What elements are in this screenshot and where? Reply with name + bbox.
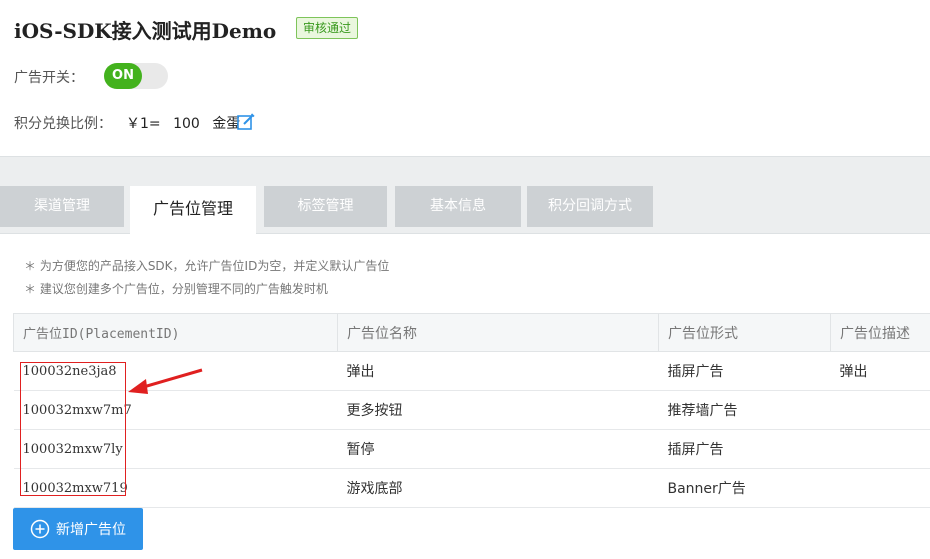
placement-desc: [830, 429, 930, 469]
header-placement-type: 广告位形式: [658, 313, 831, 352]
add-placement-label: 新增广告位: [56, 522, 126, 538]
plus-circle-icon: [30, 519, 50, 539]
table-row[interactable]: 100032mxw719 游戏底部 Banner广告: [13, 468, 930, 508]
placement-name: 游戏底部: [337, 468, 659, 508]
ad-switch-state: ON: [104, 63, 142, 89]
placement-desc: [830, 468, 930, 508]
exchange-amount: 100: [173, 116, 200, 132]
ad-switch-label: 广告开关：: [14, 70, 84, 86]
ad-switch-toggle[interactable]: ON: [104, 63, 168, 89]
exchange-rate: ￥1= 100 金蛋: [126, 113, 248, 133]
exchange-currency: ￥1=: [126, 116, 161, 132]
placement-name: 弹出: [337, 351, 659, 391]
placement-id: 100032mxw719: [13, 468, 338, 508]
placement-name: 暂停: [337, 429, 659, 469]
annotation-arrow-icon: [128, 368, 203, 394]
placement-desc: [830, 390, 930, 430]
tab-points-callback[interactable]: 积分回调方式: [527, 186, 653, 227]
table-header-row: 广告位ID(PlacementID) 广告位名称 广告位形式 广告位描述: [13, 313, 930, 352]
placement-type: 插屏广告: [658, 351, 831, 391]
placement-type: 推荐墙广告: [658, 390, 831, 430]
header-placement-name: 广告位名称: [337, 313, 659, 352]
table-row[interactable]: 100032mxw7ly 暂停 插屏广告: [13, 429, 930, 469]
note-item: ＊ 建议您创建多个广告位，分别管理不同的广告触发时机: [24, 282, 328, 296]
notes: ＊ 为方便您的产品接入SDK，允许广告位ID为空，并定义默认广告位 ＊ 建议您创…: [24, 255, 389, 301]
header-placement-desc: 广告位描述: [830, 313, 930, 352]
tab-bar: 渠道管理 广告位管理 标签管理 基本信息 积分回调方式: [0, 156, 930, 235]
add-placement-button[interactable]: 新增广告位: [13, 508, 143, 550]
tab-placement[interactable]: 广告位管理: [130, 186, 256, 235]
placement-id: 100032mxw7ly: [13, 429, 338, 469]
tab-basic-info[interactable]: 基本信息: [395, 186, 521, 227]
placement-desc: 弹出: [830, 351, 930, 391]
placement-type: Banner广告: [658, 468, 831, 508]
tab-tags[interactable]: 标签管理: [264, 186, 387, 227]
app-title: iOS-SDK接入测试用Demo: [14, 19, 277, 43]
tab-channel[interactable]: 渠道管理: [0, 186, 124, 227]
status-badge: 审核通过: [296, 17, 359, 39]
placement-name: 更多按钮: [337, 390, 659, 430]
note-item: ＊ 为方便您的产品接入SDK，允许广告位ID为空，并定义默认广告位: [24, 259, 390, 273]
edit-icon[interactable]: [236, 112, 256, 132]
placement-type: 插屏广告: [658, 429, 831, 469]
placement-table: 广告位ID(PlacementID) 广告位名称 广告位形式 广告位描述 100…: [13, 313, 930, 508]
header-placement-id: 广告位ID(PlacementID): [13, 313, 338, 352]
exchange-label: 积分兑换比例：: [14, 116, 112, 132]
